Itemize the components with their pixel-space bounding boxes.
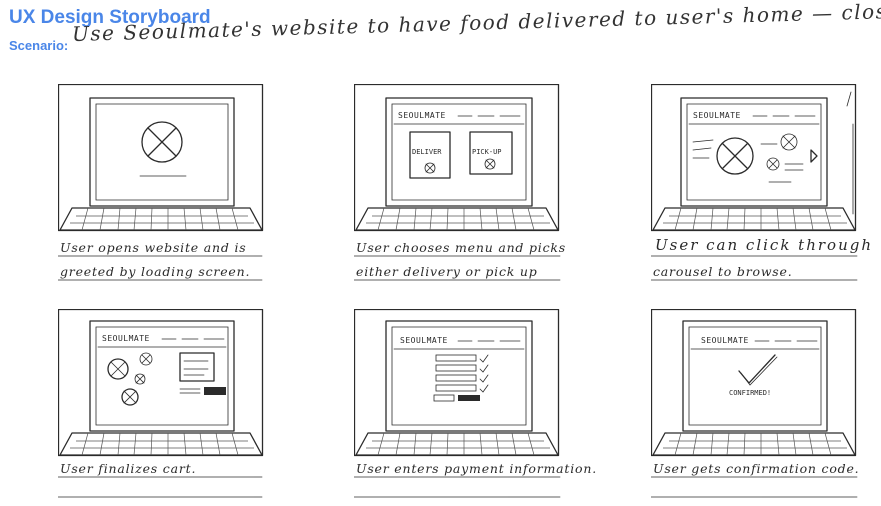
loading-placeholder-icon — [139, 121, 187, 177]
cart-items-icons — [107, 352, 153, 406]
panel-4-brand: SEOULMATE — [102, 334, 150, 343]
pay-button-sketch — [458, 395, 480, 401]
panel-2-caption-1: User chooses menu and picks — [356, 240, 566, 255]
carousel-next-arrow-icon — [810, 149, 818, 163]
storyboard-panel-1: User opens website and is greeted by loa… — [58, 84, 264, 300]
cart-summary-box — [179, 352, 215, 382]
panel-2-caption-2: either delivery or pick up — [356, 264, 538, 279]
panel-2-brand: SEOULMATE — [398, 111, 446, 120]
storyboard-panel-2: SEOULMATE DELIVER PICK-UP User chooses m… — [354, 84, 565, 300]
payment-form-fields-sketch — [433, 354, 489, 402]
pickup-option-icon — [484, 158, 496, 170]
panel-3-caption-2: carousel to browse. — [653, 264, 793, 279]
storyboard-panel-5: SEOULMATE User enters payment informatio… — [354, 309, 596, 503]
panel-3-brand: SEOULMATE — [693, 111, 741, 120]
panel-1-caption-2: greeted by loading screen. — [60, 264, 251, 279]
panel-5-caption-1: User enters payment information. — [356, 461, 597, 476]
panel-3-caption-1: User can click through — [655, 236, 873, 254]
carousel-main-image-icon — [716, 137, 754, 175]
panel-5-brand: SEOULMATE — [400, 336, 448, 345]
storyboard-panel-3: SEOULMATE User can click through carouse… — [651, 84, 873, 300]
deliver-option-label: DELIVER — [412, 148, 442, 156]
panel-1-caption-1: User opens website and is — [60, 240, 247, 255]
panel-4-caption-1: User finalizes cart. — [60, 461, 197, 476]
confirmed-label: CONFIRMED! — [729, 389, 771, 397]
storyboard-panel-6: SEOULMATE CONFIRMED! User gets confirmat… — [651, 309, 873, 503]
storyboard-panel-4: SEOULMATE User finalizes cart. — [58, 309, 264, 503]
pickup-option-label: PICK-UP — [472, 148, 502, 156]
deliver-option-icon — [424, 162, 436, 174]
checkout-button-sketch — [204, 387, 226, 395]
panel-6-brand: SEOULMATE — [701, 336, 749, 345]
panel-6-caption-1: User gets confirmation code. — [653, 461, 860, 476]
confirmation-check-icon — [738, 354, 776, 384]
scenario-label: Scenario: — [9, 38, 69, 53]
carousel-thumb-icon — [766, 133, 798, 171]
